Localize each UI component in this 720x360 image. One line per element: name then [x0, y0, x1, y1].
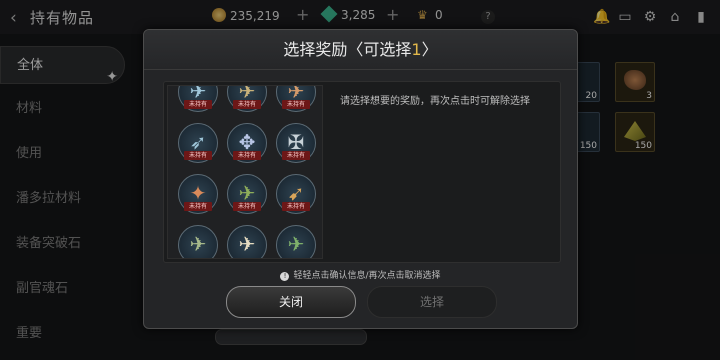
select-button[interactable]: 选择	[367, 286, 497, 318]
reward-grid[interactable]: ✈ 未持有 ✈ 未持有 ✈ 未持有 ➶ 未持有 ✥ 未持有 ✠ 未持有 ✦ 未持有 ✈ 未持有 …	[167, 85, 323, 259]
reward-panel: ✈ 未持有 ✈ 未持有 ✈ 未持有 ➶ 未持有 ✥ 未持有 ✠ 未持有 ✦ 未持有 ✈ 未持有 …	[163, 81, 561, 263]
reward-item-ship[interactable]: ✦ 未持有	[178, 174, 218, 214]
not-owned-tag: 未持有	[282, 151, 310, 160]
dialog-title: 选择奖励〈可选择1〉	[144, 30, 577, 70]
reward-item-ship[interactable]: ✈ 未持有	[227, 86, 267, 112]
reward-item-ship[interactable]: ✈	[178, 225, 218, 258]
selectable-count: 1	[411, 40, 422, 59]
not-owned-tag: 未持有	[184, 100, 212, 109]
info-icon: !	[280, 272, 290, 281]
not-owned-tag: 未持有	[184, 202, 212, 211]
reward-item-ship[interactable]: ✈ 未持有	[276, 86, 316, 112]
close-button[interactable]: 关闭	[226, 286, 356, 318]
dialog-title-bracket: 〉	[421, 40, 438, 59]
reward-item-ship[interactable]: ✥ 未持有	[227, 123, 267, 163]
not-owned-tag: 未持有	[184, 151, 212, 160]
reward-item-ship[interactable]: ✈ 未持有	[227, 174, 267, 214]
not-owned-tag: 未持有	[233, 202, 261, 211]
background-bar	[215, 329, 367, 345]
not-owned-tag: 未持有	[233, 100, 261, 109]
reward-item-ship[interactable]: ✈ 未持有	[178, 86, 218, 112]
reward-item-ship[interactable]: ✠ 未持有	[276, 123, 316, 163]
reward-item-ship[interactable]: ✈	[227, 225, 267, 258]
reward-item-ship[interactable]: ➹ 未持有	[276, 174, 316, 214]
not-owned-tag: 未持有	[233, 151, 261, 160]
tap-hint-text: 轻轻点击确认信息/再次点击取消选择	[293, 271, 441, 281]
dialog-title-text: 选择奖励〈可选择	[283, 40, 412, 59]
not-owned-tag: 未持有	[282, 100, 310, 109]
tap-hint: ! 轻轻点击确认信息/再次点击取消选择	[144, 268, 577, 281]
not-owned-tag: 未持有	[282, 202, 310, 211]
reward-select-dialog: 选择奖励〈可选择1〉 ✈ 未持有 ✈ 未持有 ✈ 未持有 ➶ 未持有 ✥ 未持有 ✠ 未持有…	[143, 29, 578, 329]
reward-item-ship[interactable]: ➶ 未持有	[178, 123, 218, 163]
reward-description: 请选择想要的奖励，再次点击时可解除选择	[340, 96, 530, 107]
reward-item-ship[interactable]: ✈	[276, 225, 316, 258]
